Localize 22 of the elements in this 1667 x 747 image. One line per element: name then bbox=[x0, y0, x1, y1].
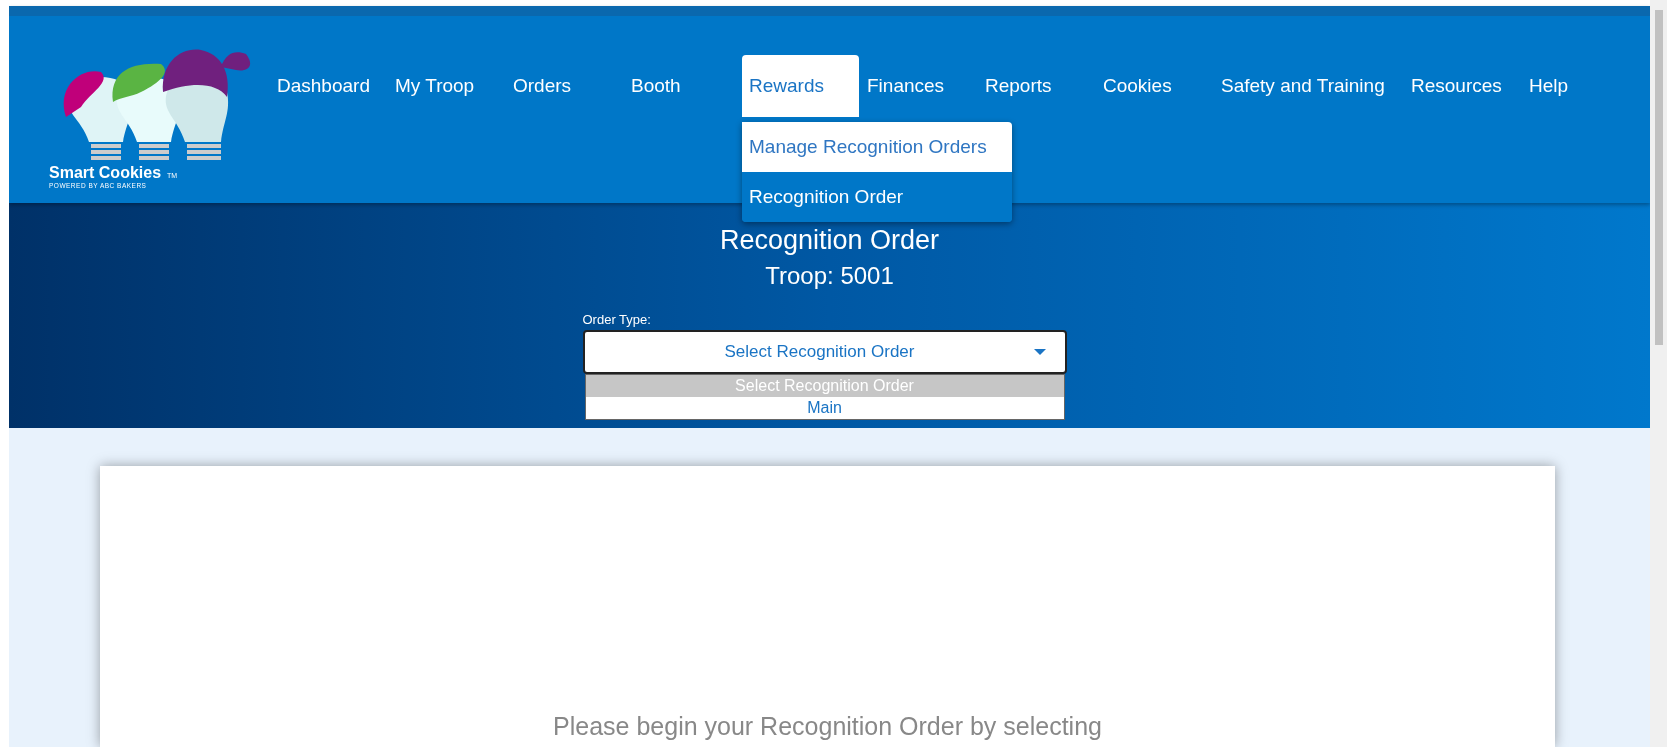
nav-link[interactable]: Safety and Training bbox=[1214, 55, 1404, 117]
nav-link[interactable]: Finances bbox=[860, 55, 978, 117]
submenu-item[interactable]: Manage Recognition Orders bbox=[742, 122, 1012, 172]
submenu-item[interactable]: Recognition Order bbox=[742, 172, 1012, 222]
order-type-select[interactable]: Select Recognition Order bbox=[582, 330, 1067, 374]
nav-link[interactable]: Cookies bbox=[1096, 55, 1214, 117]
field-label: Order Type: bbox=[582, 312, 652, 327]
instruction-text: Please begin your Recognition Order by selecting bbox=[553, 712, 1102, 741]
nav-link[interactable]: Resources bbox=[1404, 55, 1522, 117]
caret-icon bbox=[1032, 348, 1047, 356]
nav-link[interactable]: Help bbox=[1522, 55, 1640, 117]
page-subtitle: Troop: 5001 bbox=[765, 262, 894, 290]
nav-link[interactable]: Reports bbox=[978, 55, 1096, 117]
nav-link[interactable]: Orders bbox=[506, 55, 624, 117]
nav-link[interactable]: Rewards bbox=[742, 55, 859, 117]
select-option[interactable]: Main bbox=[585, 397, 1064, 419]
nav-link[interactable]: Dashboard bbox=[270, 55, 388, 117]
page-title: Recognition Order bbox=[719, 225, 940, 256]
nav-link[interactable]: Booth bbox=[624, 55, 742, 117]
logo-name: Smart Cookies bbox=[49, 164, 162, 182]
nav-link[interactable]: My Troop bbox=[388, 55, 506, 117]
scrollbar[interactable] bbox=[1650, 0, 1667, 747]
